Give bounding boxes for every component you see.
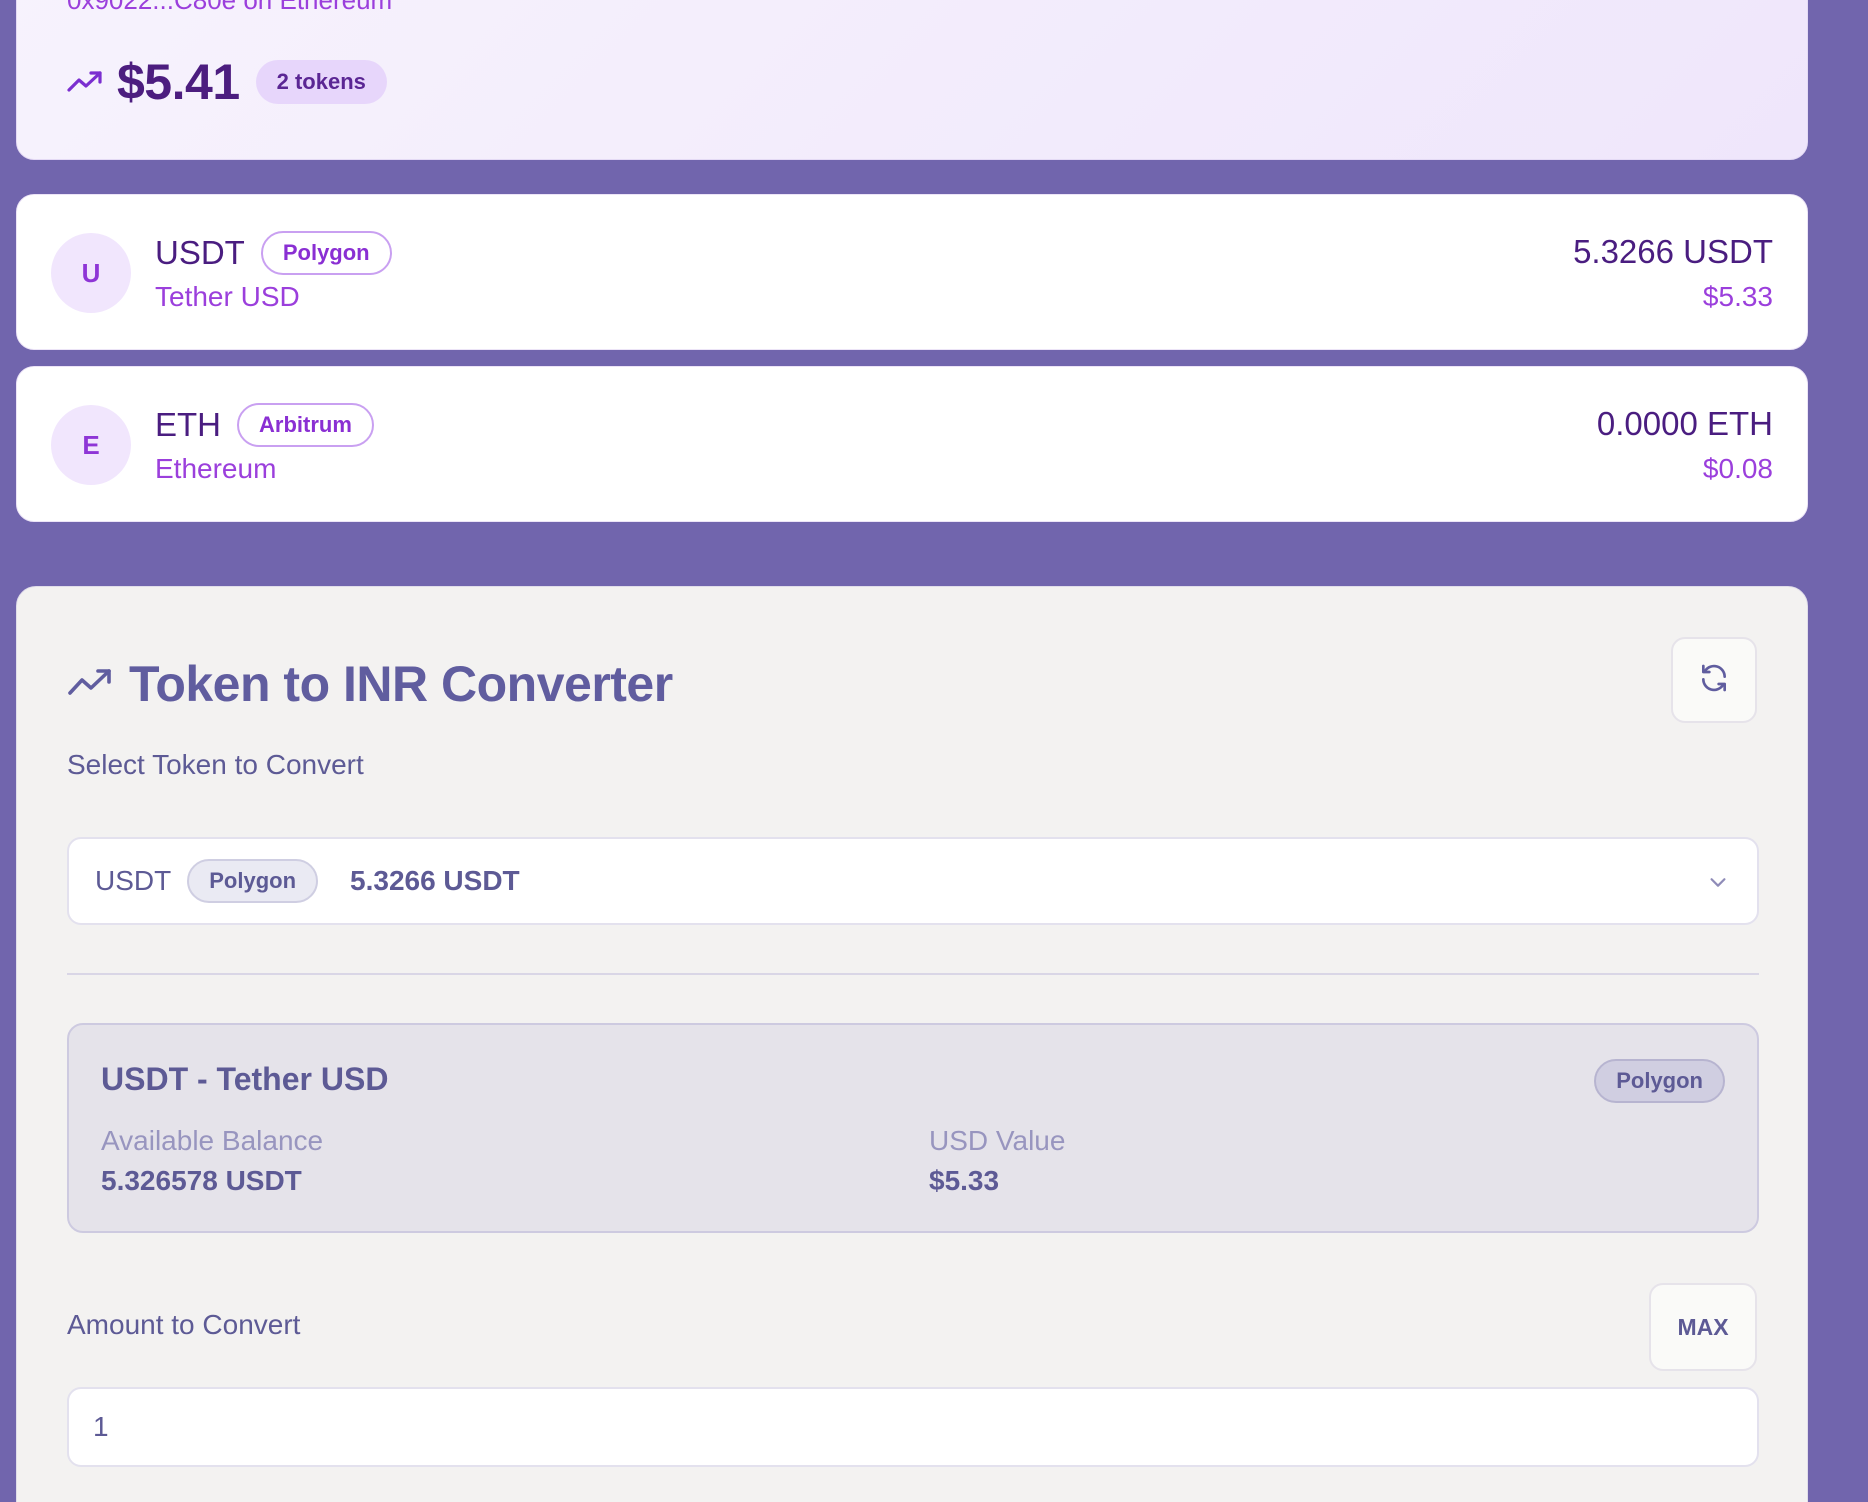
token-symbol-row: USDT Polygon xyxy=(155,231,392,275)
selected-token-balance: 5.3266 USDT xyxy=(350,865,520,896)
chain-badge: Arbitrum xyxy=(237,403,374,447)
token-usd-value: $0.08 xyxy=(1702,453,1773,484)
wallet-address[interactable]: 0x9022...C80e on Ethereum xyxy=(67,0,392,16)
token-select-dropdown[interactable]: USDT Polygon 5.3266 USDT xyxy=(67,837,1759,925)
token-name: Ethereum xyxy=(155,453,277,484)
token-avatar: U xyxy=(51,233,131,313)
selected-token-details: USDT - Tether USD Polygon Available Bala… xyxy=(67,1023,1759,1233)
usd-value-label: USD Value xyxy=(929,1125,1066,1156)
chain-badge: Polygon xyxy=(260,231,392,275)
token-avatar: E xyxy=(51,405,131,485)
token-usd-value: $5.33 xyxy=(1702,281,1773,312)
portfolio-total-value: $5.41 xyxy=(117,54,240,110)
max-button[interactable]: MAX xyxy=(1649,1283,1757,1371)
token-details-chain-badge: Polygon xyxy=(1594,1059,1725,1103)
tokens-count-badge: 2 tokens xyxy=(255,60,387,104)
available-balance-label: Available Balance xyxy=(101,1125,324,1156)
selected-token-chain-badge: Polygon xyxy=(187,859,319,903)
page-title: Token to INR Converter xyxy=(129,656,673,712)
page: 0x9022...C80e on Ethereum $5.41 2 tokens… xyxy=(0,0,1868,1502)
usd-value: $5.33 xyxy=(929,1165,1000,1196)
token-amount: 5.3266 USDT xyxy=(1573,233,1773,270)
token-inr-converter-panel: Token to INR Converter Select Token to C… xyxy=(16,586,1808,1502)
token-card-eth[interactable]: E ETH Arbitrum Ethereum 0.0000 ETH $0.08 xyxy=(16,366,1808,522)
refresh-button[interactable] xyxy=(1671,637,1757,723)
amount-input[interactable] xyxy=(67,1387,1759,1467)
token-amount: 0.0000 ETH xyxy=(1596,405,1773,442)
portfolio-total-row: $5.41 2 tokens xyxy=(67,53,387,111)
selected-token-symbol: USDT xyxy=(95,865,172,896)
trending-up-icon xyxy=(67,667,113,702)
token-card-usdt[interactable]: U USDT Polygon Tether USD 5.3266 USDT $5… xyxy=(16,194,1808,350)
refresh-icon xyxy=(1698,662,1730,699)
divider xyxy=(67,973,1759,975)
portfolio-summary-card: 0x9022...C80e on Ethereum $5.41 2 tokens xyxy=(16,0,1808,160)
token-symbol: USDT xyxy=(155,234,245,271)
amount-to-convert-label: Amount to Convert xyxy=(67,1309,301,1340)
converter-header: Token to INR Converter xyxy=(67,655,673,713)
select-token-label: Select Token to Convert xyxy=(67,749,364,780)
token-name: Tether USD xyxy=(155,281,300,312)
chevron-down-icon[interactable] xyxy=(1707,871,1729,898)
trending-up-icon xyxy=(67,70,103,94)
available-balance-value: 5.326578 USDT xyxy=(101,1165,302,1196)
token-symbol-row: ETH Arbitrum xyxy=(155,403,374,447)
token-symbol: ETH xyxy=(155,406,221,443)
token-details-title: USDT - Tether USD xyxy=(101,1061,389,1097)
